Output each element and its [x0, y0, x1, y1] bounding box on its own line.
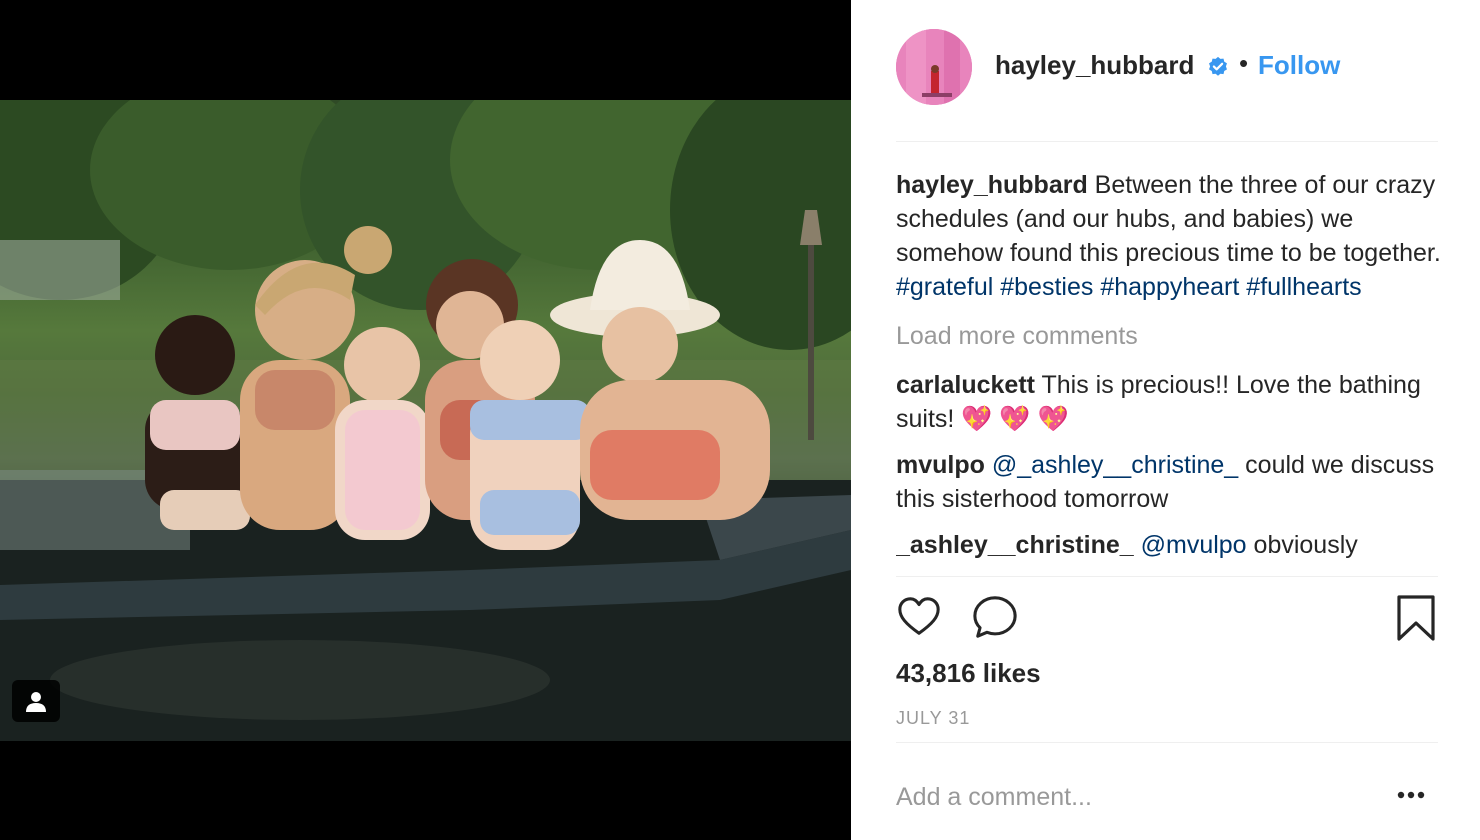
hashtag-link[interactable]: #besties: [1000, 273, 1093, 301]
comment-username[interactable]: _ashley__christine_: [896, 531, 1134, 559]
verified-badge-icon: [1209, 56, 1227, 76]
hashtag-link[interactable]: #fullhearts: [1246, 273, 1361, 301]
comment-username[interactable]: carlaluckett: [896, 371, 1035, 399]
comment-item: _ashley__christine_ @mvulpo obviously: [896, 528, 1441, 562]
avatar[interactable]: [896, 29, 972, 105]
comment-username[interactable]: mvulpo: [896, 451, 985, 479]
hashtag-link[interactable]: #happyheart: [1100, 273, 1239, 301]
comments-list[interactable]: hayley_hubbard Between the three of our …: [896, 168, 1441, 574]
comment-bubble-icon[interactable]: [972, 594, 1018, 640]
comment-item: mvulpo @_ashley__christine_ could we dis…: [896, 448, 1441, 516]
username-link[interactable]: hayley_hubbard: [995, 50, 1194, 81]
add-comment-input[interactable]: [896, 780, 1356, 814]
load-more-comments-button[interactable]: Load more comments: [896, 319, 1441, 353]
post-photo[interactable]: [0, 100, 851, 741]
avatar-photo: [896, 29, 972, 105]
photo-illustration: [0, 100, 851, 741]
media-pane: [0, 0, 851, 840]
ellipsis-icon[interactable]: [1396, 790, 1426, 800]
header-divider: [896, 141, 1438, 142]
user-tag-icon: [26, 692, 46, 712]
bookmark-icon[interactable]: [1394, 594, 1438, 642]
tagged-people-button[interactable]: [12, 680, 60, 722]
follow-button[interactable]: Follow: [1258, 50, 1340, 81]
comment-text: obviously: [1246, 531, 1358, 559]
caption: hayley_hubbard Between the three of our …: [896, 168, 1441, 304]
post-details-panel: hayley_hubbard • Follow hayley_hubbard B…: [851, 0, 1480, 840]
comment-item: carlaluckett This is precious!! Love the…: [896, 368, 1441, 436]
footer-divider: [896, 742, 1438, 743]
likes-count[interactable]: 43,816 likes: [896, 658, 1041, 689]
caption-username[interactable]: hayley_hubbard: [896, 171, 1088, 199]
mention-link[interactable]: @mvulpo: [1141, 531, 1247, 559]
action-bar: [896, 594, 1438, 644]
hashtag-link[interactable]: #grateful: [896, 273, 993, 301]
post-date[interactable]: JULY 31: [896, 708, 970, 729]
comments-divider: [896, 576, 1438, 577]
separator-dot: •: [1239, 48, 1249, 78]
heart-icon[interactable]: [896, 594, 942, 640]
mention-link[interactable]: @_ashley__christine_: [992, 451, 1238, 479]
post-header: hayley_hubbard • Follow: [851, 0, 1480, 140]
